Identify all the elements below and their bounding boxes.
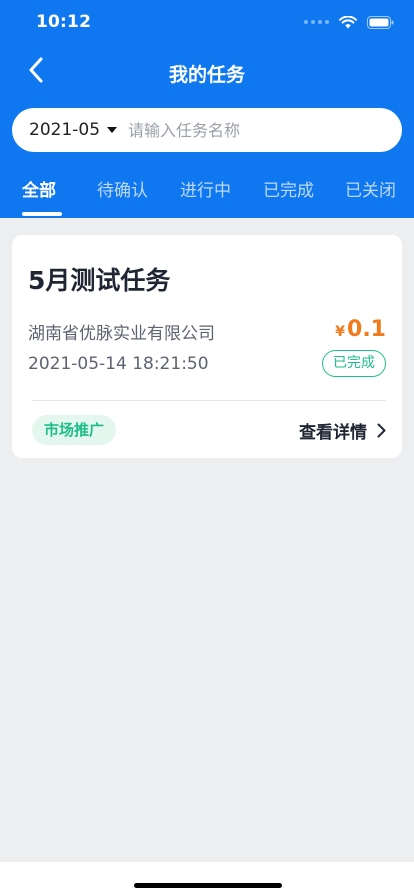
tab-in-progress[interactable]: 进行中 bbox=[180, 176, 231, 201]
header: 10:12 我的任务 2021-05 请输入任务名称 全部 待确认 进行中 已完… bbox=[0, 0, 414, 218]
search-input[interactable] bbox=[128, 120, 369, 140]
signal-icon bbox=[304, 20, 329, 24]
status-badge: 已完成 bbox=[322, 350, 386, 377]
bottom-bar bbox=[0, 862, 414, 896]
wifi-icon bbox=[339, 15, 357, 28]
task-tag: 市场推广 bbox=[32, 415, 117, 445]
task-card[interactable]: 5月测试任务 湖南省优脉实业有限公司 ¥ 0.1 2021-05-14 18:2… bbox=[12, 235, 402, 458]
page-title: 我的任务 bbox=[168, 64, 245, 86]
currency-symbol: ¥ bbox=[335, 324, 346, 340]
caret-down-icon bbox=[107, 127, 118, 133]
price-value: 0.1 bbox=[347, 317, 386, 342]
month-value: 2021-05 bbox=[29, 120, 101, 140]
battery-icon bbox=[367, 15, 394, 29]
status-time: 10:12 bbox=[36, 12, 92, 32]
search-bar: 2021-05 bbox=[12, 108, 402, 152]
task-company: 湖南省优脉实业有限公司 bbox=[28, 324, 215, 344]
view-detail-label: 查看详情 bbox=[299, 423, 367, 443]
tab-all[interactable]: 全部 bbox=[22, 176, 56, 201]
month-select[interactable]: 2021-05 bbox=[29, 120, 118, 140]
status-icons bbox=[304, 14, 394, 30]
task-title: 5月测试任务 bbox=[28, 266, 171, 295]
view-detail-button[interactable]: 查看详情 bbox=[299, 418, 386, 443]
tab-indicator bbox=[22, 212, 62, 216]
home-indicator bbox=[134, 883, 282, 888]
status-tabs: 全部 待确认 进行中 已完成 已关闭 bbox=[0, 170, 414, 218]
task-datetime: 2021-05-14 18:21:50 bbox=[28, 354, 209, 374]
tab-pending[interactable]: 待确认 bbox=[97, 176, 148, 201]
tab-completed[interactable]: 已完成 bbox=[263, 176, 314, 201]
divider bbox=[32, 400, 386, 401]
tab-closed[interactable]: 已关闭 bbox=[345, 176, 396, 201]
chevron-right-icon bbox=[377, 423, 386, 438]
task-price: ¥ 0.1 bbox=[335, 317, 386, 342]
status-bar: 10:12 bbox=[0, 0, 414, 44]
